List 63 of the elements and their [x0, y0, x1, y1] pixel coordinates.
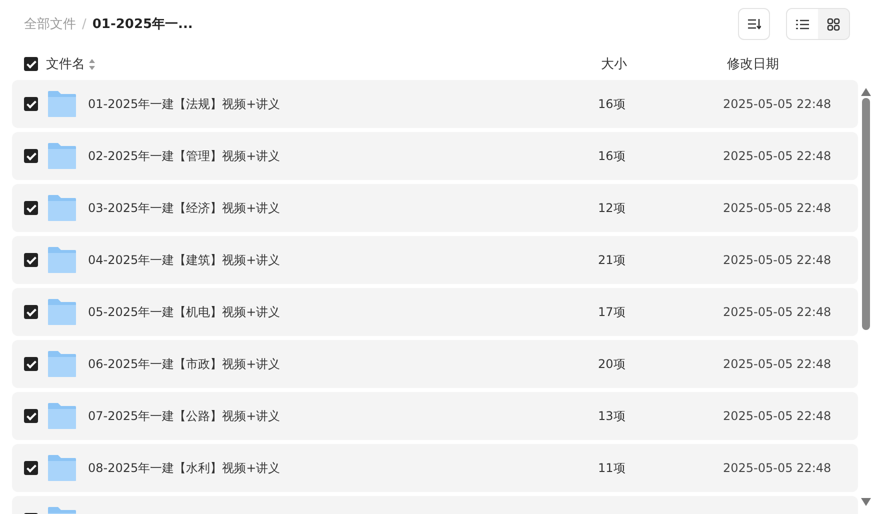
- file-row[interactable]: 02-2025年一建【管理】视频+讲义 16项 2025-05-05 22:48: [12, 132, 858, 180]
- folder-icon: [47, 402, 77, 430]
- sort-button[interactable]: [738, 8, 770, 40]
- item-count: 21项: [598, 252, 626, 268]
- checkbox[interactable]: [24, 201, 38, 215]
- sort-icon: [747, 18, 761, 30]
- file-name: 05-2025年一建【机电】视频+讲义: [88, 304, 282, 320]
- checkbox[interactable]: [24, 253, 38, 267]
- folder-icon: [47, 90, 77, 118]
- scrollbar-thumb[interactable]: [862, 98, 870, 330]
- folder-icon: [47, 194, 77, 222]
- checkbox[interactable]: [24, 409, 38, 423]
- item-count: 16项: [598, 148, 626, 164]
- modified-date: 2025-05-05 22:48: [723, 409, 832, 423]
- modified-date: 2025-05-05 22:48: [723, 253, 832, 267]
- grid-icon: [827, 18, 840, 30]
- breadcrumb-separator: /: [82, 16, 86, 32]
- modified-date: 2025-05-05 22:48: [723, 149, 832, 163]
- file-row[interactable]: 01-2025年一建【法规】视频+讲义 16项 2025-05-05 22:48: [12, 80, 858, 128]
- modified-date: 2025-05-05 22:48: [723, 201, 832, 215]
- modified-date: 2025-05-05 22:48: [723, 97, 832, 111]
- folder-icon: [47, 454, 77, 482]
- file-row[interactable]: 05-2025年一建【机电】视频+讲义 17项 2025-05-05 22:48: [12, 288, 858, 336]
- column-header[interactable]: 文件名: [46, 55, 85, 73]
- breadcrumb-item[interactable]: 01-2025年一...: [92, 15, 193, 33]
- folder-icon: [47, 350, 77, 378]
- checkbox[interactable]: [24, 57, 38, 71]
- modified-date: 2025-05-05 22:48: [723, 305, 832, 319]
- item-count: 16项: [598, 96, 626, 112]
- item-count: 20项: [598, 356, 626, 372]
- sort-icon: [89, 58, 95, 70]
- checkbox[interactable]: [24, 461, 38, 475]
- item-count: 17项: [598, 304, 626, 320]
- file-row[interactable]: 03-2025年一建【经济】视频+讲义 12项 2025-05-05 22:48: [12, 184, 858, 232]
- file-name: 07-2025年一建【公路】视频+讲义: [88, 408, 282, 424]
- file-name: 02-2025年一建【管理】视频+讲义: [88, 148, 282, 164]
- list-view-button[interactable]: [787, 9, 818, 39]
- item-count: 11项: [598, 460, 626, 476]
- file-name: 03-2025年一建【经济】视频+讲义: [88, 200, 282, 216]
- folder-icon: [47, 298, 77, 326]
- file-name: 01-2025年一建【法规】视频+讲义: [88, 96, 282, 112]
- checkbox[interactable]: [24, 305, 38, 319]
- modified-date: 2025-05-05 22:48: [723, 357, 832, 371]
- file-name: 04-2025年一建【建筑】视频+讲义: [88, 252, 282, 268]
- checkbox[interactable]: [24, 97, 38, 111]
- checkbox[interactable]: [24, 149, 38, 163]
- file-row[interactable]: 08-2025年一建【水利】视频+讲义 11项 2025-05-05 22:48: [12, 444, 858, 492]
- modified-date: 2025-05-05 22:48: [723, 461, 832, 475]
- folder-icon: [47, 246, 77, 274]
- item-count: 12项: [598, 200, 626, 216]
- file-name: 06-2025年一建【市政】视频+讲义: [88, 356, 282, 372]
- item-count: 13项: [598, 408, 626, 424]
- column-header[interactable]: 修改日期: [727, 55, 779, 73]
- file-name: 08-2025年一建【水利】视频+讲义: [88, 460, 282, 476]
- file-row[interactable]: 07-2025年一建【公路】视频+讲义 13项 2025-05-05 22:48: [12, 392, 858, 440]
- folder-icon: [47, 142, 77, 170]
- list-icon: [796, 18, 809, 30]
- scroll-up-icon[interactable]: [861, 88, 871, 96]
- file-row[interactable]: 06-2025年一建【市政】视频+讲义 20项 2025-05-05 22:48: [12, 340, 858, 388]
- file-row[interactable]: 04-2025年一建【建筑】视频+讲义 21项 2025-05-05 22:48: [12, 236, 858, 284]
- checkbox[interactable]: [24, 357, 38, 371]
- column-header[interactable]: 大小: [601, 55, 727, 73]
- scroll-down-icon[interactable]: [861, 498, 871, 506]
